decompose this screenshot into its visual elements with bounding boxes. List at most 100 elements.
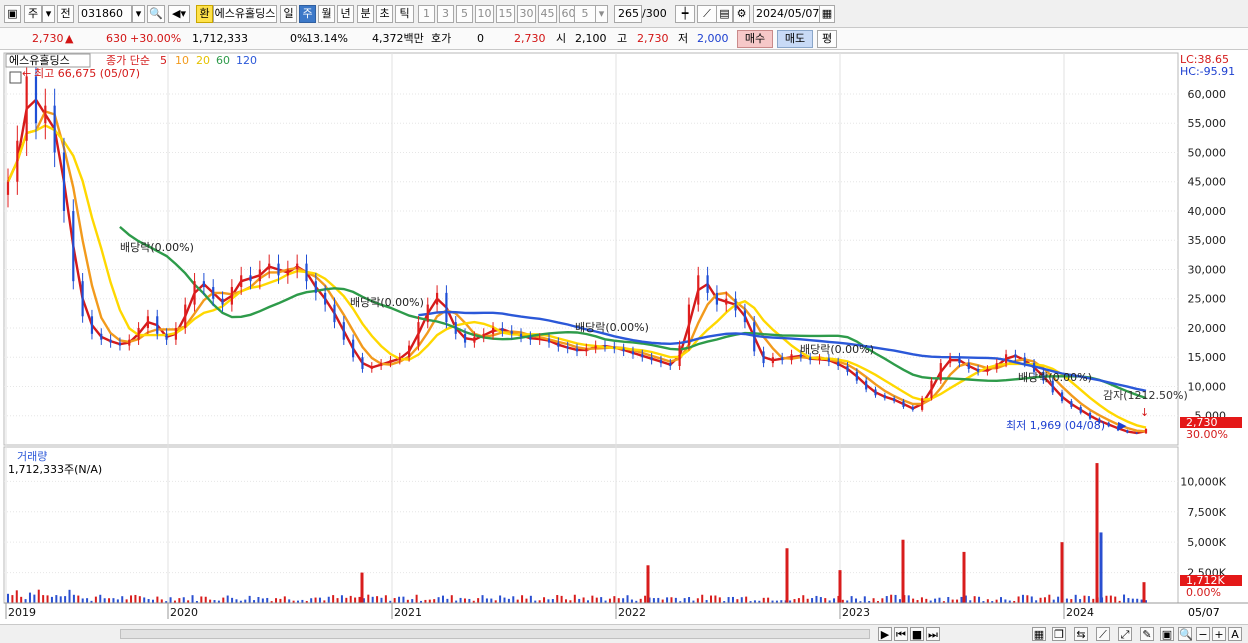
period-day[interactable]: 일 (280, 5, 297, 23)
annotate-icon[interactable]: ✎ (1140, 627, 1154, 641)
currency-badge[interactable]: 환 (196, 5, 213, 23)
interval-select[interactable]: 5 (574, 5, 596, 23)
interval-1[interactable]: 1 (418, 5, 435, 23)
volume-spike-bar (1142, 582, 1146, 603)
rewind-icon[interactable]: ⏮ (894, 627, 908, 641)
candle-body (62, 152, 66, 211)
last-pct-label: 30.00% (1186, 428, 1228, 441)
volume-bar (178, 598, 181, 603)
line-style-icon[interactable]: ⟋ (697, 5, 717, 23)
volume-tick-label: 5,000K (1187, 536, 1226, 549)
window-menu-icon[interactable]: ▣ (4, 5, 21, 23)
market-dropdown-icon[interactable]: ▾ (42, 5, 55, 23)
period-year[interactable]: 년 (337, 5, 354, 23)
code-input[interactable]: 031860 (78, 5, 132, 23)
interval-30[interactable]: 30 (517, 5, 536, 23)
panel-menu-icon[interactable] (9, 71, 22, 84)
chart-scrollbar[interactable] (120, 629, 870, 639)
volume-spike-bar (962, 551, 966, 603)
settings-icon[interactable]: ⚙ (733, 5, 750, 23)
trend-line-icon[interactable]: ⤢ (1118, 627, 1132, 641)
price-tick-label: 45,000 (1188, 176, 1227, 189)
count-total: /300 (642, 7, 667, 20)
candle-body (762, 351, 765, 364)
zoom-out-icon[interactable]: − (1196, 627, 1210, 641)
volume-bar (204, 596, 207, 603)
volume-bar (248, 595, 251, 603)
stock-name: 에스유홀딩스 (213, 5, 277, 23)
candle-body (827, 358, 830, 362)
candle-body (305, 263, 308, 282)
candle-style-icon[interactable]: ┿ (675, 5, 695, 23)
candle-body (501, 327, 504, 331)
volume-bar (1070, 599, 1073, 603)
volume-bar (108, 598, 111, 603)
interval-dropdown-icon[interactable]: ▾ (595, 5, 608, 23)
save-icon[interactable]: ▤ (716, 5, 733, 23)
market-select[interactable]: 주 (24, 5, 42, 23)
volume-bar (459, 597, 462, 603)
period-tick[interactable]: 틱 (395, 5, 414, 23)
volume-bar (125, 599, 128, 603)
search-icon[interactable]: 🔍 (147, 5, 165, 23)
stop-icon[interactable]: ■ (910, 627, 924, 641)
font-size-icon[interactable]: A (1228, 627, 1242, 641)
zoom-in-icon[interactable]: + (1212, 627, 1226, 641)
interval-10[interactable]: 10 (475, 5, 494, 23)
last-date-label: 05/07 (1188, 606, 1220, 619)
sell-button[interactable]: 매도 (777, 30, 813, 48)
speaker-icon[interactable]: ◀▾ (168, 5, 190, 23)
volume-panel-frame (3, 446, 1179, 604)
price-panel-name-tag: 에스유홀딩스 (9, 54, 70, 67)
draw-line-icon[interactable]: ⟋ (1096, 627, 1110, 641)
volume-bar (600, 597, 603, 603)
volume-bar (1109, 595, 1112, 603)
volume-bar (718, 597, 721, 603)
volume-bar (714, 595, 717, 603)
avg-button[interactable]: 평 (817, 30, 837, 48)
code-dropdown-icon[interactable]: ▾ (132, 5, 145, 23)
volume-bar (630, 599, 633, 603)
period-minute[interactable]: 분 (357, 5, 374, 23)
candle-body (865, 380, 868, 390)
candle-body (417, 322, 420, 346)
volume-bar (802, 595, 805, 603)
layout-icon[interactable]: ▣ (1160, 627, 1174, 641)
volume-bar (209, 599, 212, 603)
compare-icon[interactable]: ⇆ (1074, 627, 1088, 641)
period-second[interactable]: 초 (376, 5, 393, 23)
interval-15[interactable]: 15 (496, 5, 515, 23)
price-tick-label: 55,000 (1188, 117, 1227, 130)
interval-45[interactable]: 45 (538, 5, 557, 23)
scroll-right-icon[interactable]: ▶ (878, 627, 892, 641)
trade-amount: 4,372백만 (372, 32, 424, 45)
volume-bar (50, 596, 53, 603)
count-input[interactable]: 265 (614, 5, 642, 23)
interval-5[interactable]: 5 (456, 5, 473, 23)
dividend-label: 배당락(0.00%) (800, 343, 874, 356)
candle-body (165, 333, 168, 340)
zoom-icon[interactable]: 🔍 (1178, 627, 1193, 641)
volume-bar (824, 598, 827, 603)
buy-button[interactable]: 매수 (737, 30, 773, 48)
prefix-button[interactable]: 전 (57, 5, 74, 23)
period-month[interactable]: 월 (318, 5, 335, 23)
grid-view-icon[interactable]: ▦ (1032, 627, 1046, 641)
current-price: 2,730 (32, 32, 64, 45)
volume-bar (37, 589, 40, 603)
window-view-icon[interactable]: ❐ (1052, 627, 1066, 641)
calendar-icon[interactable]: ▦ (819, 5, 835, 23)
volume-bar (1065, 598, 1068, 603)
fast-forward-icon[interactable]: ⏭ (926, 627, 940, 641)
date-input[interactable]: 2024/05/07 (753, 5, 820, 23)
stock-chart[interactable]: 5,00010,00015,00020,00025,00030,00035,00… (0, 51, 1248, 624)
interval-3[interactable]: 3 (437, 5, 454, 23)
candle-body (25, 76, 28, 141)
candle-body (81, 281, 84, 317)
candle-body (16, 140, 19, 182)
price-tick-label: 20,000 (1188, 322, 1227, 335)
candle-body (911, 406, 914, 410)
candle-body (1079, 406, 1082, 413)
period-week[interactable]: 주 (299, 5, 316, 23)
volume-bar (578, 598, 581, 603)
